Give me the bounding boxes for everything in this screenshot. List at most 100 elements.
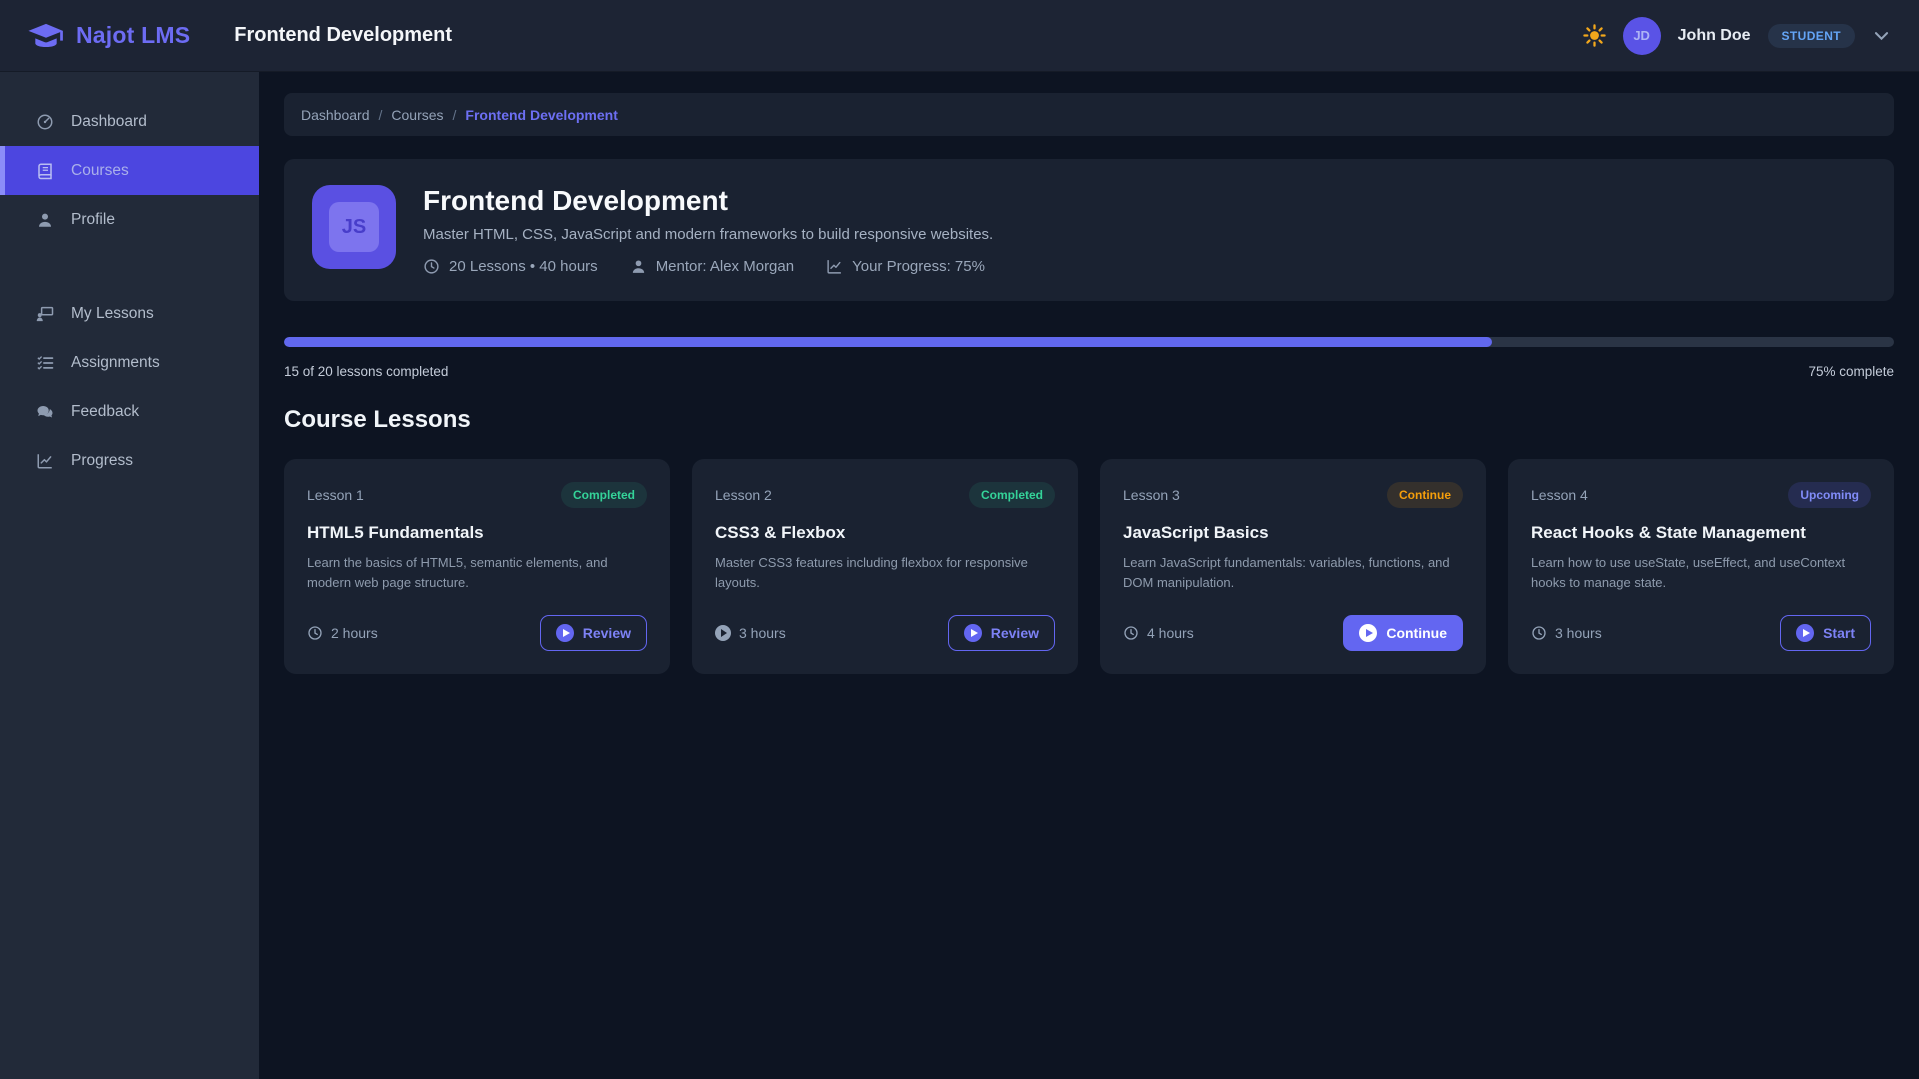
clock-icon (423, 258, 440, 275)
sidebar-item-label: Dashboard (71, 113, 147, 131)
sidebar-item-profile[interactable]: Profile (0, 195, 259, 244)
section-heading: Course Lessons (284, 406, 1894, 434)
lesson-number: Lesson 2 (715, 487, 772, 503)
user-icon (630, 258, 647, 275)
progress-bar-fill (284, 337, 1492, 347)
lesson-description: Learn how to use useState, useEffect, an… (1531, 553, 1871, 592)
lesson-number: Lesson 1 (307, 487, 364, 503)
lesson-card-top: Lesson 3 Continue (1123, 482, 1463, 508)
review-button[interactable]: Review (948, 615, 1055, 651)
gauge-icon (36, 113, 54, 131)
course-stats: 20 Lessons • 40 hours Mentor: Alex Morga… (423, 258, 993, 275)
graduation-cap-icon (28, 21, 64, 51)
breadcrumb-dashboard[interactable]: Dashboard (301, 107, 370, 123)
duration-text: 2 hours (331, 625, 378, 641)
lesson-card: Lesson 2 Completed CSS3 & Flexbox Master… (692, 459, 1078, 674)
lesson-card-footer: 2 hours Review (307, 615, 647, 651)
sidebar-item-assignments[interactable]: Assignments (0, 338, 259, 387)
sidebar: Dashboard Courses Profile My Lessons Ass… (0, 72, 259, 1079)
lesson-card: Lesson 1 Completed HTML5 Fundamentals Le… (284, 459, 670, 674)
play-circle-icon (715, 625, 731, 641)
sidebar-item-feedback[interactable]: Feedback (0, 387, 259, 436)
sidebar-item-label: Progress (71, 452, 133, 470)
duration-text: 4 hours (1147, 625, 1194, 641)
theme-toggle-button[interactable] (1583, 24, 1606, 47)
brand-name: Najot LMS (76, 22, 190, 49)
play-circle-icon (1359, 624, 1377, 642)
clock-icon (1531, 625, 1547, 641)
sidebar-item-label: Courses (71, 162, 129, 180)
page-title: Frontend Development (234, 24, 452, 47)
duration-text: 3 hours (739, 625, 786, 641)
breadcrumb: Dashboard / Courses / Frontend Developme… (284, 93, 1894, 136)
lesson-card: Lesson 3 Continue JavaScript Basics Lear… (1100, 459, 1486, 674)
sidebar-item-label: Assignments (71, 354, 160, 372)
sidebar-item-label: Feedback (71, 403, 139, 421)
stat-mentor: Mentor: Alex Morgan (630, 258, 794, 275)
sidebar-item-dashboard[interactable]: Dashboard (0, 97, 259, 146)
stat-progress: Your Progress: 75% (826, 258, 985, 275)
user-name: John Doe (1678, 27, 1751, 45)
status-badge: Continue (1387, 482, 1463, 508)
lesson-description: Learn JavaScript fundamentals: variables… (1123, 553, 1463, 592)
sidebar-item-courses[interactable]: Courses (0, 146, 259, 195)
button-label: Start (1823, 625, 1855, 641)
lessons-completed-label: 15 of 20 lessons completed (284, 364, 448, 379)
sidebar-item-my-lessons[interactable]: My Lessons (0, 289, 259, 338)
sidebar-secondary-group: My Lessons Assignments Feedback Progress (0, 289, 259, 485)
duration-text: 3 hours (1555, 625, 1602, 641)
sidebar-item-label: Profile (71, 211, 115, 229)
lesson-card: Lesson 4 Upcoming React Hooks & State Ma… (1508, 459, 1894, 674)
lesson-duration: 3 hours (715, 625, 786, 641)
lesson-duration: 3 hours (1531, 625, 1602, 641)
chalkboard-user-icon (36, 305, 54, 323)
lesson-card-footer: 3 hours Start (1531, 615, 1871, 651)
play-circle-icon (1796, 624, 1814, 642)
stat-text: 20 Lessons • 40 hours (449, 258, 598, 275)
chart-line-icon (826, 258, 843, 275)
sidebar-item-label: My Lessons (71, 305, 154, 323)
button-label: Review (991, 625, 1039, 641)
course-icon-label: JS (329, 202, 379, 252)
stat-lessons-hours: 20 Lessons • 40 hours (423, 258, 598, 275)
course-header-card: JS Frontend Development Master HTML, CSS… (284, 159, 1894, 301)
user-icon (36, 211, 54, 229)
lesson-duration: 4 hours (1123, 625, 1194, 641)
avatar-initials: JD (1633, 28, 1650, 43)
status-badge: Upcoming (1788, 482, 1871, 508)
lesson-title: React Hooks & State Management (1531, 523, 1871, 543)
percent-complete-label: 75% complete (1808, 364, 1894, 379)
stat-text: Mentor: Alex Morgan (656, 258, 794, 275)
start-button[interactable]: Start (1780, 615, 1871, 651)
button-label: Continue (1386, 625, 1447, 641)
breadcrumb-courses[interactable]: Courses (391, 107, 443, 123)
lesson-number: Lesson 4 (1531, 487, 1588, 503)
sun-icon (1583, 24, 1606, 47)
lesson-title: JavaScript Basics (1123, 523, 1463, 543)
chart-line-icon (36, 452, 54, 470)
lesson-card-footer: 3 hours Review (715, 615, 1055, 651)
user-menu-toggle[interactable] (1872, 26, 1891, 45)
sidebar-main-group: Dashboard Courses Profile (0, 97, 259, 244)
main-content: Dashboard / Courses / Frontend Developme… (259, 72, 1919, 1079)
button-label: Review (583, 625, 631, 641)
sidebar-item-progress[interactable]: Progress (0, 436, 259, 485)
lesson-description: Master CSS3 features including flexbox f… (715, 553, 1055, 592)
lesson-duration: 2 hours (307, 625, 378, 641)
lesson-number: Lesson 3 (1123, 487, 1180, 503)
continue-button[interactable]: Continue (1343, 615, 1463, 651)
breadcrumb-current: Frontend Development (465, 107, 617, 123)
app-header: Najot LMS Frontend Development JD John D… (0, 0, 1919, 72)
play-circle-icon (964, 624, 982, 642)
stat-text: Your Progress: 75% (852, 258, 985, 275)
breadcrumb-separator: / (453, 107, 457, 123)
avatar[interactable]: JD (1623, 17, 1661, 55)
course-info: Frontend Development Master HTML, CSS, J… (423, 185, 993, 275)
role-badge: STUDENT (1768, 24, 1855, 48)
header-right: JD John Doe STUDENT (1583, 17, 1891, 55)
review-button[interactable]: Review (540, 615, 647, 651)
lesson-card-top: Lesson 1 Completed (307, 482, 647, 508)
lesson-title: HTML5 Fundamentals (307, 523, 647, 543)
brand[interactable]: Najot LMS (28, 21, 190, 51)
status-badge: Completed (561, 482, 647, 508)
